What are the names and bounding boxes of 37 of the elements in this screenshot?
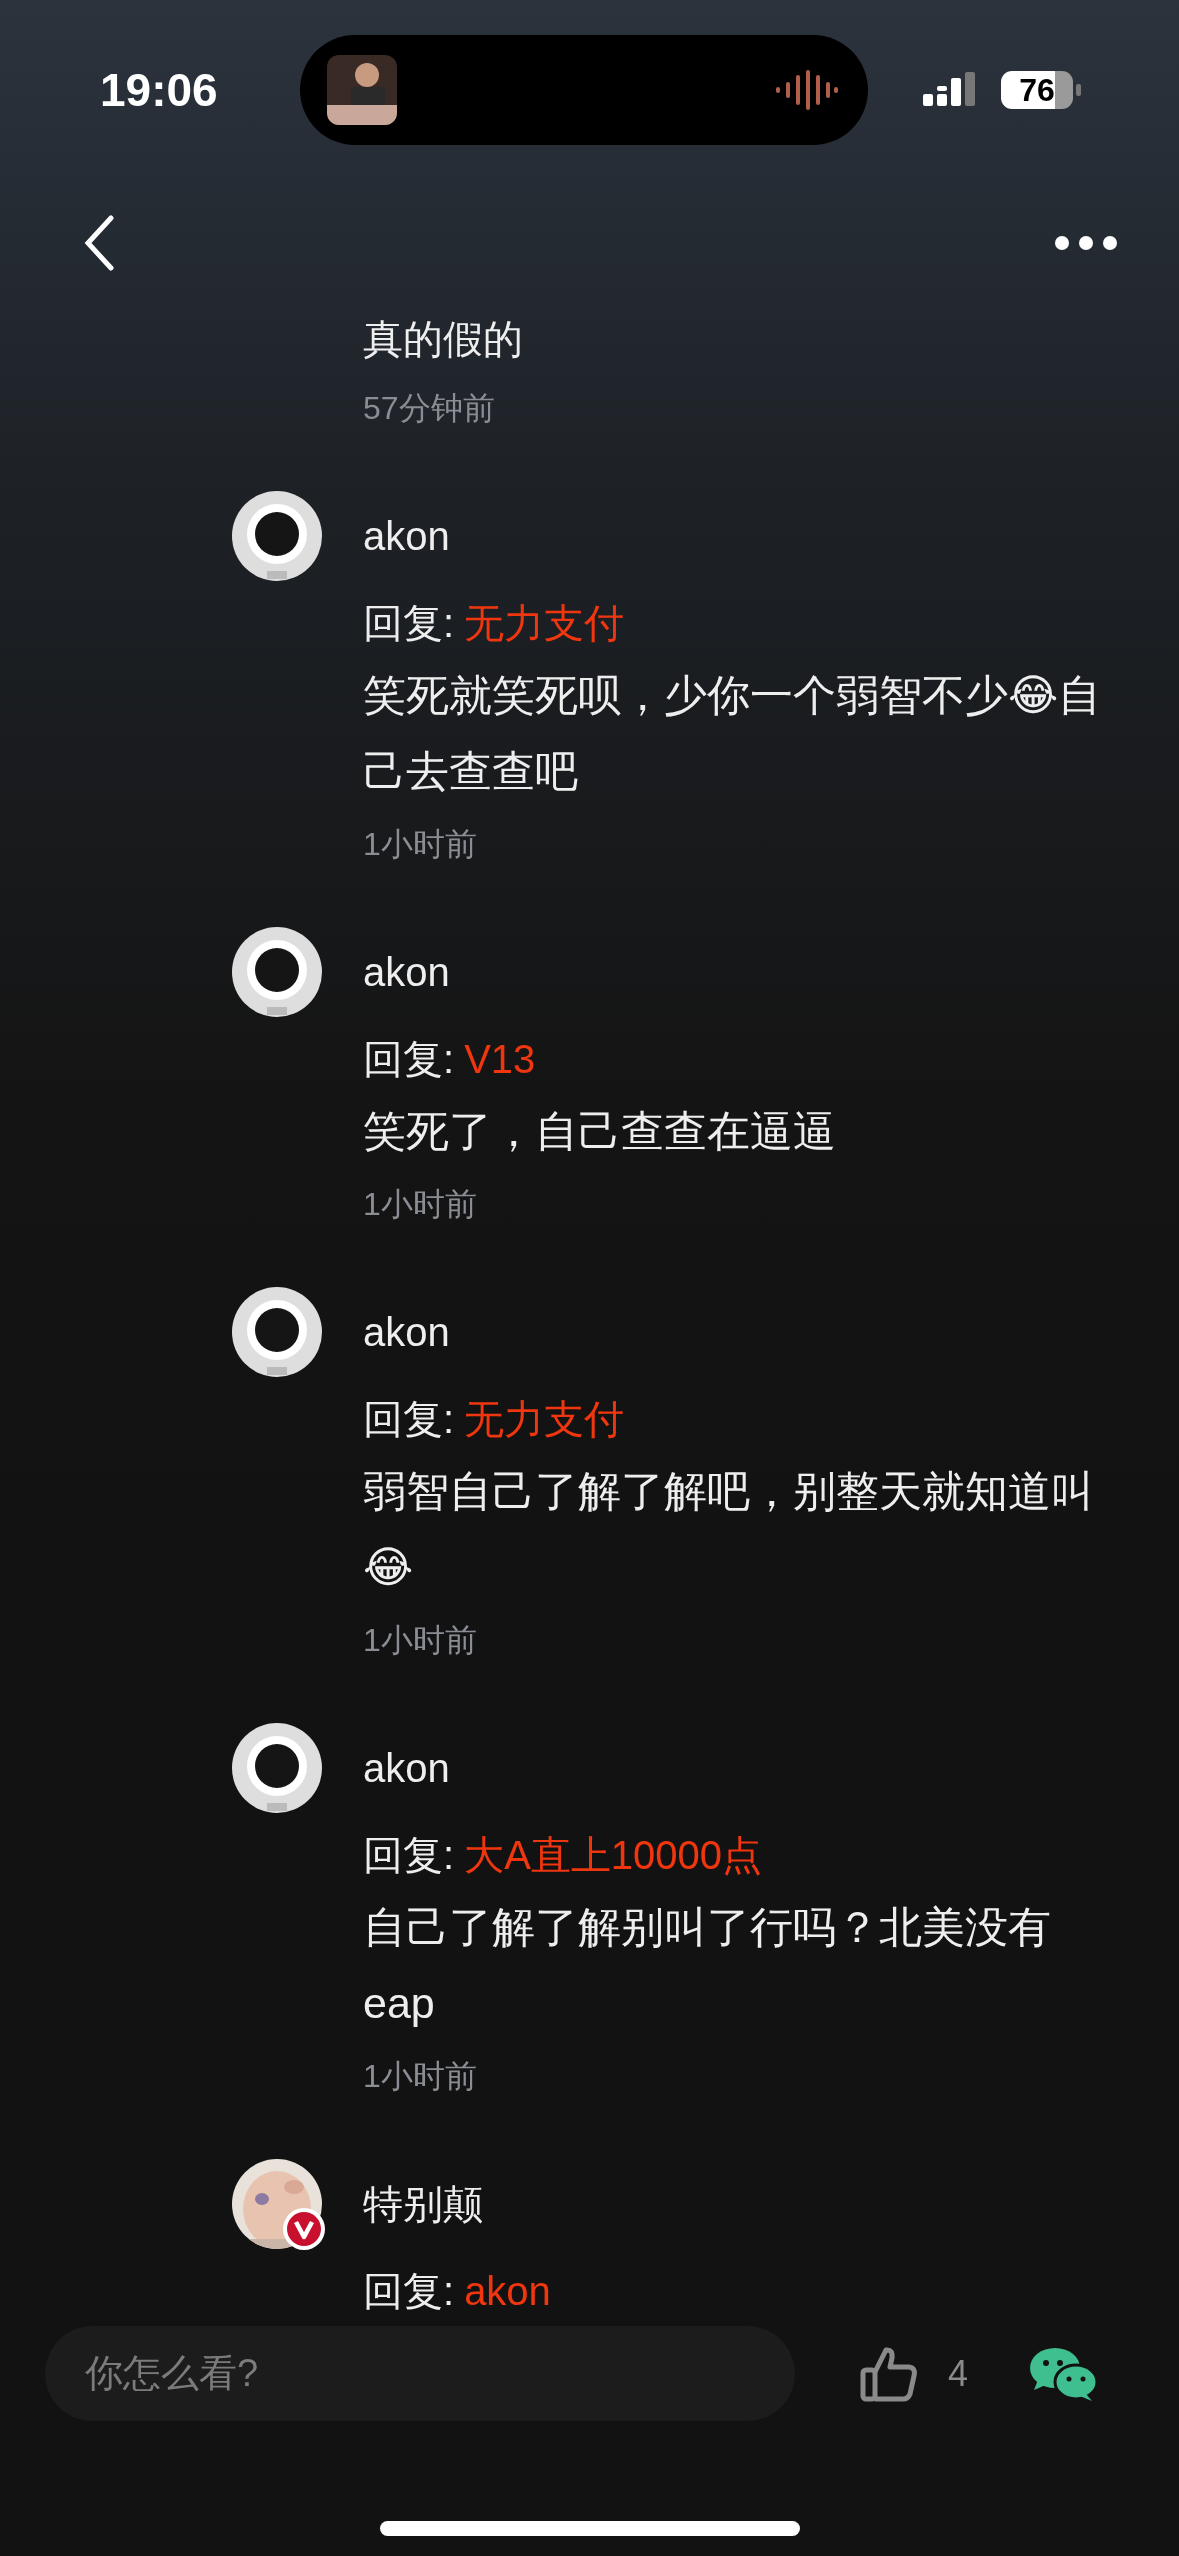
reply-label: 回复: [363,1832,455,1879]
reply-time: 1小时前 [363,1185,478,1224]
reply-label: 回复: [363,1396,455,1443]
avatar[interactable] [232,927,322,1017]
reply-to-link[interactable]: 无力支付 [464,589,625,657]
comment-time: 57分钟前 [363,389,496,428]
author-name[interactable]: 特别颠 [363,2159,1109,2249]
author-name[interactable]: akon [363,491,1111,581]
back-icon[interactable] [84,214,114,271]
more-icon[interactable] [1055,235,1117,250]
reply-label: 回复: [363,600,455,647]
reply-to-link[interactable]: 大A直上10000点 [464,1821,763,1889]
comment-input[interactable]: 你怎么看? [45,2326,795,2421]
status-time: 19:06 [100,63,219,117]
avatar[interactable] [232,1287,322,1377]
reply-text: 笑死就笑死呗，少你一个弱智不少😂自己去查查吧 [363,670,1103,797]
reply-label: 回复: [363,2268,455,2315]
author-name[interactable]: akon [363,1287,1111,1377]
reply-to-link[interactable]: V13 [464,1025,536,1093]
comment-text: 真的假的 [363,316,524,363]
reply-time: 1小时前 [363,825,478,864]
avatar[interactable] [232,491,322,581]
reply-text: 弱智自己了解了解吧，别整天就知道叫😂 [363,1466,1095,1593]
reply-text: 自己了解了解别叫了行吗？北美没有eap [363,1902,1052,2029]
reply-label: 回复: [363,1036,455,1083]
thumbs-up-icon[interactable] [860,2345,918,2402]
chat-bubbles-icon[interactable] [1028,2345,1099,2402]
avatar[interactable] [232,1723,322,1813]
reply-to-link[interactable]: akon [464,2257,551,2325]
reply-time: 1小时前 [363,1621,478,1660]
reply-time: 1小时前 [363,2057,478,2096]
like-count: 4 [948,2352,969,2395]
waveform-icon [774,70,840,110]
author-name[interactable]: akon [363,1723,1111,1813]
reply-to-link[interactable]: 无力支付 [464,1385,625,1453]
reply-text: 笑死了，自己查查在逼逼 [363,1106,837,1157]
author-name[interactable]: akon [363,927,1111,1017]
